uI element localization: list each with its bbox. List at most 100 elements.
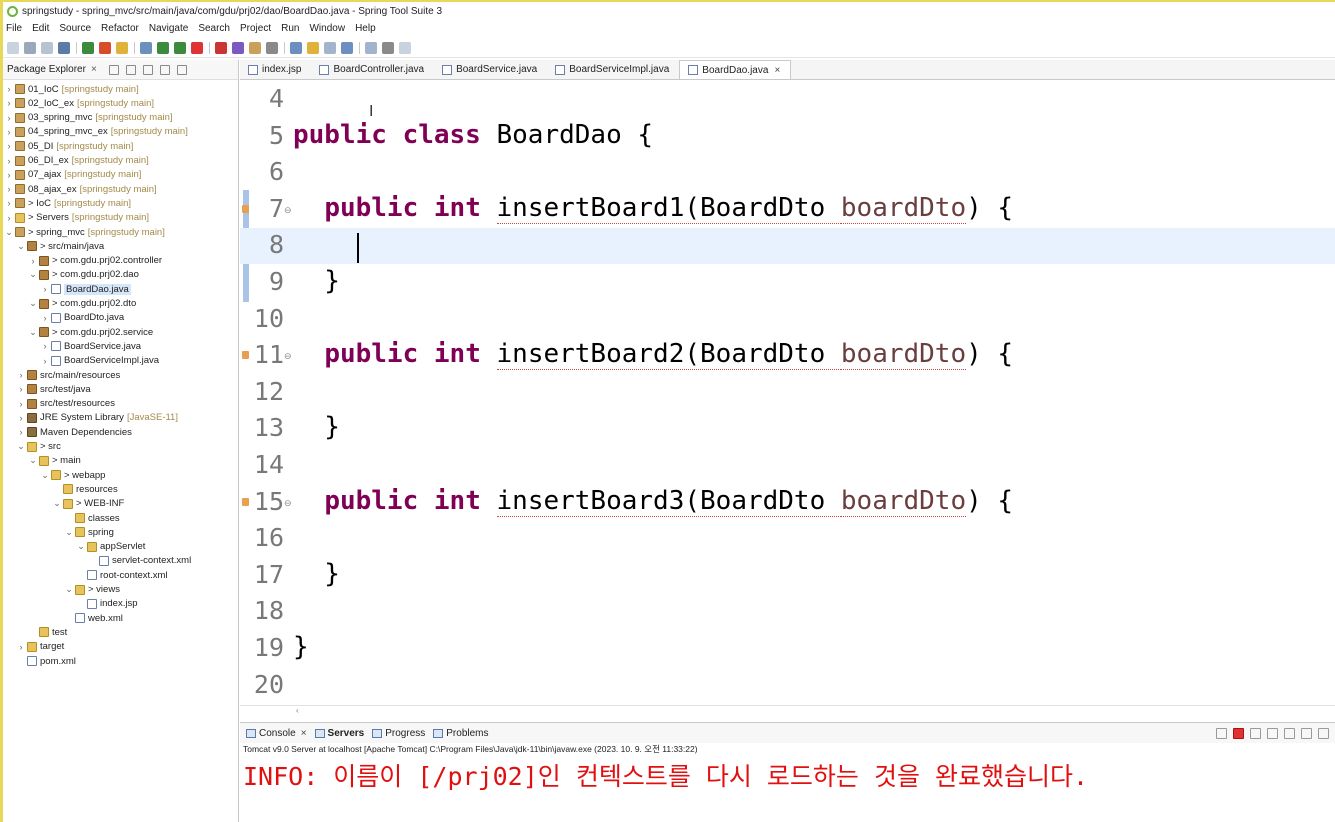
menu-refactor[interactable]: Refactor [101, 23, 139, 34]
horizontal-scrollbar[interactable]: ‹ [240, 705, 1335, 719]
fold-icon[interactable]: ⊖ [284, 351, 292, 362]
scroll-lock-icon[interactable] [1284, 728, 1295, 739]
tree-item[interactable]: › src/main/resources [16, 368, 121, 382]
chevron-down-icon[interactable]: ⌄ [40, 470, 50, 481]
tree-item[interactable]: › BoardDao.java [40, 282, 131, 296]
tree-item[interactable]: ⌄ > spring_mvc [springstudy main] [4, 225, 165, 239]
chevron-right-icon[interactable]: › [16, 370, 26, 380]
maximize-icon[interactable] [176, 64, 187, 75]
tree-item[interactable]: › BoardServiceImpl.java [40, 354, 160, 368]
chevron-right-icon[interactable]: › [16, 399, 26, 409]
chevron-right-icon[interactable]: › [16, 642, 26, 652]
tree-item[interactable]: › JRE System Library [JavaSE-11] [16, 411, 178, 425]
tree-item[interactable]: › > Servers [springstudy main] [4, 211, 150, 225]
minimize-icon[interactable] [159, 64, 170, 75]
chevron-down-icon[interactable]: ⌄ [52, 498, 62, 509]
terminate-icon[interactable] [1233, 728, 1244, 739]
tree-item[interactable]: ⌄ appServlet [76, 540, 145, 554]
chevron-right-icon[interactable]: › [4, 98, 14, 108]
chevron-right-icon[interactable]: › [16, 427, 26, 437]
chevron-right-icon[interactable]: › [40, 356, 50, 366]
tree-item[interactable]: ⌄ > src/main/java [16, 239, 104, 253]
package-explorer-title[interactable]: Package Explorer [7, 64, 86, 75]
chevron-right-icon[interactable]: › [4, 213, 14, 223]
chevron-right-icon[interactable]: › [4, 198, 14, 208]
remove-launch-icon[interactable] [1250, 728, 1261, 739]
chevron-right-icon[interactable]: › [4, 127, 14, 137]
save-icon[interactable] [24, 41, 36, 54]
word-wrap-icon[interactable] [1301, 728, 1312, 739]
chevron-right-icon[interactable]: › [16, 413, 26, 423]
open-task-icon[interactable] [232, 41, 244, 54]
tree-item[interactable]: root-context.xml [76, 568, 168, 582]
remove-all-icon[interactable] [1267, 728, 1278, 739]
external-tools-icon[interactable] [215, 41, 227, 54]
pin-console-icon[interactable] [1216, 728, 1227, 739]
tree-item[interactable]: ⌄ > main [28, 454, 81, 468]
chevron-right-icon[interactable]: › [16, 384, 26, 394]
new-icon[interactable] [7, 41, 19, 54]
menu-edit[interactable]: Edit [32, 23, 49, 34]
console-tab[interactable]: Servers [314, 728, 364, 739]
tree-item[interactable]: › 07_ajax [springstudy main] [4, 168, 142, 182]
tree-item[interactable]: › 05_DI [springstudy main] [4, 139, 134, 153]
open-console-icon[interactable] [1318, 728, 1329, 739]
tree-item[interactable]: ⌄ > com.gdu.prj02.service [28, 325, 153, 339]
code-editor[interactable]: I 4 5 public class BoardDao {6 7 ⊖ public in… [240, 81, 1335, 705]
close-tab-icon[interactable]: × [301, 728, 307, 739]
tree-item[interactable]: › BoardDto.java [40, 311, 125, 325]
chevron-right-icon[interactable]: › [40, 341, 50, 351]
chevron-down-icon[interactable]: ⌄ [16, 241, 26, 252]
chevron-right-icon[interactable]: › [4, 156, 14, 166]
tree-item[interactable]: ⌄ > webapp [40, 468, 105, 482]
forward-icon[interactable] [341, 41, 353, 54]
close-tab-icon[interactable]: × [774, 65, 780, 76]
stop-icon[interactable] [191, 41, 203, 54]
pin-editor-icon[interactable] [365, 41, 377, 54]
annotation-icon[interactable] [290, 41, 302, 54]
tree-item[interactable]: › target [16, 640, 65, 654]
tree-item[interactable]: › 01_IoC [springstudy main] [4, 82, 139, 96]
print-icon[interactable] [58, 41, 70, 54]
chevron-down-icon[interactable]: ⌄ [64, 527, 74, 538]
tree-item[interactable]: › BoardService.java [40, 339, 142, 353]
tree-item[interactable]: web.xml [64, 611, 123, 625]
chevron-right-icon[interactable]: › [40, 313, 50, 323]
next-edit-icon[interactable] [307, 41, 319, 54]
tree-item[interactable]: ⌄ > com.gdu.prj02.dto [28, 297, 136, 311]
tree-item[interactable]: › 03_spring_mvc [springstudy main] [4, 111, 173, 125]
chevron-right-icon[interactable]: › [40, 284, 50, 294]
run-icon[interactable] [99, 41, 111, 54]
tree-item[interactable]: servlet-context.xml [88, 554, 191, 568]
editor-tab[interactable]: BoardDao.java × [679, 60, 792, 79]
chevron-down-icon[interactable]: ⌄ [16, 441, 26, 452]
tree-item[interactable]: › > IoC [springstudy main] [4, 196, 132, 210]
tree-item[interactable]: resources [52, 482, 118, 496]
mark-icon[interactable] [266, 41, 278, 54]
chevron-down-icon[interactable]: ⌄ [28, 455, 38, 466]
toggle-mark-icon[interactable] [399, 41, 411, 54]
menu-source[interactable]: Source [59, 23, 91, 34]
editor-tab[interactable]: index.jsp [240, 60, 311, 79]
menu-window[interactable]: Window [309, 23, 345, 34]
menu-file[interactable]: File [6, 23, 22, 34]
chevron-down-icon[interactable]: ⌄ [4, 227, 14, 238]
coverage-icon[interactable] [174, 41, 186, 54]
tree-item[interactable]: › 04_spring_mvc_ex [springstudy main] [4, 125, 188, 139]
tree-item[interactable]: › 08_ajax_ex [springstudy main] [4, 182, 157, 196]
save-all-icon[interactable] [41, 41, 53, 54]
chevron-down-icon[interactable]: ⌄ [28, 327, 38, 338]
chevron-right-icon[interactable]: › [4, 84, 14, 94]
editor-tab[interactable]: BoardService.java [434, 60, 547, 79]
tree-item[interactable]: › Maven Dependencies [16, 425, 132, 439]
chevron-right-icon[interactable]: › [4, 184, 14, 194]
fold-icon[interactable]: ⊖ [284, 498, 292, 509]
chevron-right-icon[interactable]: › [28, 256, 38, 266]
open-type-icon[interactable] [140, 41, 152, 54]
console-tab[interactable]: Problems [433, 728, 489, 739]
skip-breakpoints-icon[interactable] [116, 41, 128, 54]
chevron-down-icon[interactable]: ⌄ [64, 584, 74, 595]
tree-item[interactable]: › 06_DI_ex [springstudy main] [4, 154, 149, 168]
tree-item[interactable]: classes [64, 511, 120, 525]
tree-item[interactable]: ⌄ > src [16, 440, 61, 454]
